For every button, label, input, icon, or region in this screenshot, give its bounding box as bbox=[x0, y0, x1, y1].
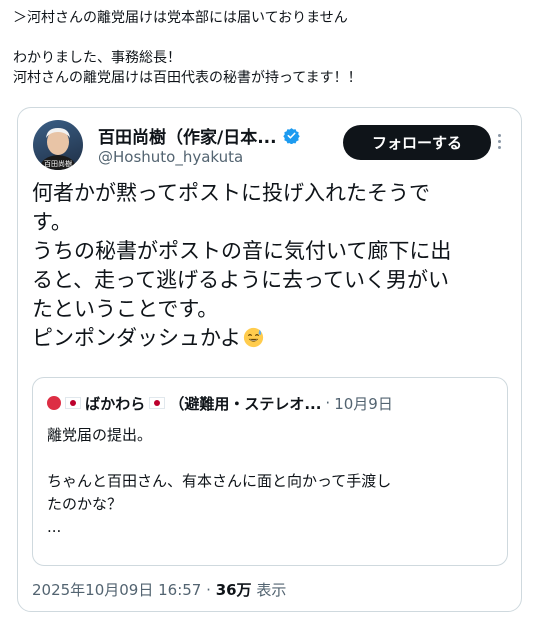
quoted-text-line: 離党届の提出。 bbox=[47, 426, 153, 444]
verified-badge-icon bbox=[282, 127, 300, 144]
author-name[interactable]: 百田尚樹（作家/日本... bbox=[98, 123, 277, 148]
tweet-text: 何者かが黙ってポストに投げ入れたそうで す。 うちの秘書がポストの音に気付いて廊… bbox=[32, 179, 512, 353]
view-count: 36万 bbox=[215, 581, 252, 599]
quoted-tweet-date[interactable]: 10月9日 bbox=[334, 393, 393, 414]
author-handle[interactable]: @Hoshuto_hyakuta bbox=[98, 148, 243, 166]
tweet-text-last-line: ピンポンダッシュかよ bbox=[32, 324, 512, 353]
quoted-text-ellipsis: ... bbox=[47, 518, 62, 536]
quoted-text-line bbox=[47, 447, 497, 470]
views-label: 表示 bbox=[256, 581, 287, 599]
embedded-tweet-card[interactable]: 百田尚樹 百田尚樹（作家/日本... @Hoshuto_hyakuta フォロー… bbox=[17, 107, 522, 612]
tweet-timestamp[interactable]: 2025年10月09日 16:57 bbox=[32, 581, 201, 599]
separator-dot: · bbox=[206, 581, 211, 599]
follow-button[interactable]: フォローする bbox=[343, 125, 491, 160]
intro-line: ＞河村さんの離党届けは党本部には届いておりません bbox=[13, 10, 348, 26]
intro-line: わかりました、事務総長！ bbox=[13, 50, 181, 66]
avatar-caption: 百田尚樹 bbox=[44, 159, 72, 168]
quoted-text-line: ちゃんと百田さん、有本さんに面と向かって手渡し bbox=[47, 472, 392, 490]
quoted-tweet-text: 離党届の提出。 ちゃんと百田さん、有本さんに面と向かって手渡し たのかな？ ..… bbox=[47, 424, 497, 539]
tweet-text-line: ると、走って逃げるように去っていく男がい bbox=[32, 268, 450, 292]
avatar[interactable]: 百田尚樹 bbox=[33, 120, 83, 170]
tweet-text-line: うちの秘書がポストの音に気付いて廊下に出 bbox=[32, 239, 452, 263]
intro-line bbox=[13, 28, 523, 48]
quoted-text-line: たのかな？ bbox=[47, 495, 123, 513]
separator-dot: · bbox=[325, 394, 331, 412]
tweet-text-line: たということです。 bbox=[32, 297, 219, 321]
quoted-tweet-header: ばかわら （避難用・ステレオ... · 10月9日 bbox=[47, 392, 393, 414]
quoted-tweet[interactable]: ばかわら （避難用・ステレオ... · 10月9日 離党届の提出。 ちゃんと百田… bbox=[32, 377, 508, 566]
tweet-text-line: 何者かが黙ってポストに投げ入れたそうで bbox=[32, 181, 430, 205]
more-options-icon[interactable] bbox=[488, 126, 510, 156]
sweat-smile-emoji-icon bbox=[243, 327, 264, 348]
tweet-text-line: ピンポンダッシュかよ bbox=[32, 326, 241, 350]
post-intro-text: ＞河村さんの離党届けは党本部には届いておりません わかりました、事務総長！ 河村… bbox=[13, 8, 523, 88]
japan-flag-icon bbox=[65, 397, 81, 409]
japan-flag-icon bbox=[149, 397, 166, 409]
author-name-row[interactable]: 百田尚樹（作家/日本... bbox=[98, 123, 300, 148]
tweet-text-line: す。 bbox=[32, 210, 72, 234]
intro-line: 河村さんの離党届けは百田代表の秘書が持ってます！！ bbox=[13, 70, 362, 86]
avatar-image: 百田尚樹 bbox=[39, 128, 77, 170]
red-circle-icon bbox=[47, 396, 61, 410]
quoted-author-name[interactable]: ばかわら bbox=[85, 393, 145, 414]
tweet-meta: 2025年10月09日 16:57 · 36万 表示 bbox=[32, 579, 286, 600]
quoted-author-suffix[interactable]: （避難用・ステレオ... bbox=[169, 393, 321, 414]
